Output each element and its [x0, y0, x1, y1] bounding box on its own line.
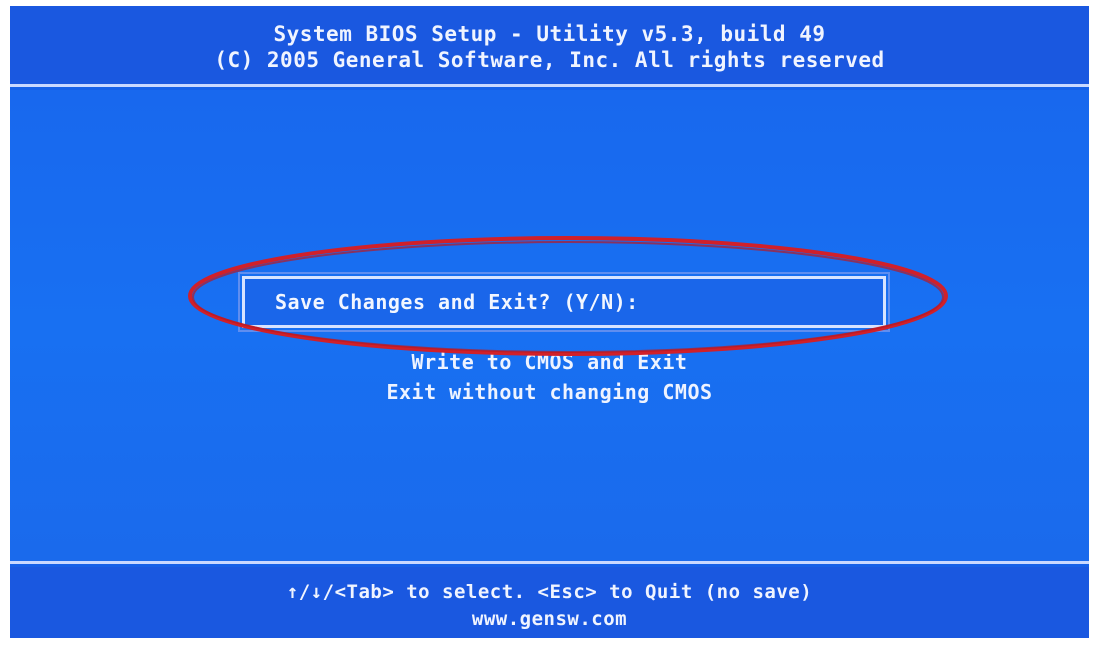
- bios-header: System BIOS Setup - Utility v5.3, build …: [10, 6, 1089, 84]
- navigation-help: ↑/↓/<Tab> to select. <Esc> to Quit (no s…: [286, 581, 813, 603]
- exit-options-list: Write to CMOS and Exit Exit without chan…: [10, 347, 1089, 407]
- write-cmos-exit-option[interactable]: Write to CMOS and Exit: [10, 347, 1089, 377]
- bios-title: System BIOS Setup - Utility v5.3, build …: [273, 22, 826, 46]
- save-exit-dialog[interactable]: Save Changes and Exit? (Y/N):: [238, 272, 890, 332]
- bios-screen: System BIOS Setup - Utility v5.3, build …: [10, 6, 1089, 638]
- exit-without-saving-option[interactable]: Exit without changing CMOS: [10, 377, 1089, 407]
- copyright-notice: (C) 2005 General Software, Inc. All righ…: [214, 48, 885, 72]
- header-divider: [10, 84, 1089, 87]
- footer-divider: [10, 561, 1089, 564]
- vendor-website: www.gensw.com: [471, 608, 628, 630]
- bios-footer: ↑/↓/<Tab> to select. <Esc> to Quit (no s…: [10, 567, 1089, 638]
- main-content: Save Changes and Exit? (Y/N): Write to C…: [10, 90, 1089, 561]
- save-exit-prompt: Save Changes and Exit? (Y/N):: [275, 290, 639, 314]
